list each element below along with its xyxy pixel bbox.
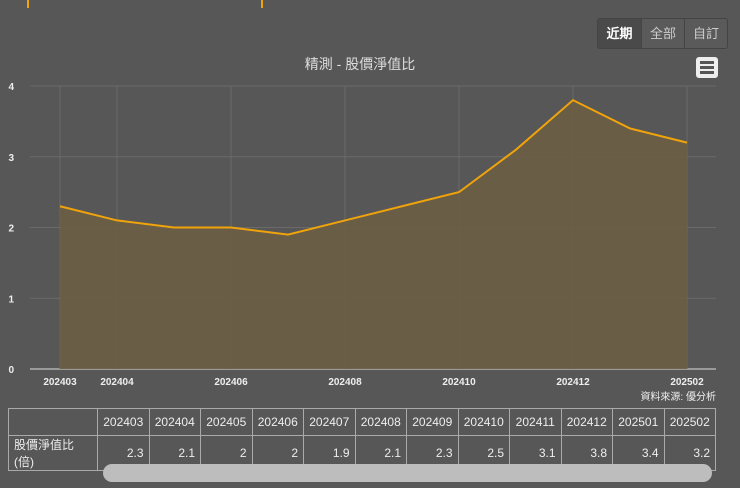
series-area (60, 100, 687, 370)
column-header: 202407 (303, 408, 356, 436)
source-note: 資料來源: 優分析 (640, 392, 716, 403)
y-tick-label: 1 (8, 294, 14, 305)
y-tick-label: 3 (8, 153, 14, 164)
y-tick-label: 4 (8, 82, 14, 93)
column-header: 202410 (457, 408, 510, 436)
horizontal-scrollbar[interactable] (103, 464, 712, 482)
x-tick-label: 202403 (43, 377, 77, 388)
y-tick-label: 2 (8, 224, 14, 235)
column-header: 202405 (200, 408, 253, 436)
column-header: 202409 (406, 408, 459, 436)
x-tick-label: 202412 (556, 377, 590, 388)
x-tick-label: 202410 (442, 377, 476, 388)
column-header: 202403 (97, 408, 150, 436)
row-label: 股價淨值比(倍) (8, 435, 98, 471)
column-header: 202408 (354, 408, 407, 436)
data-table: 202403 202404 202405 202406 202407 202408 2024… (8, 408, 716, 471)
column-header: 202501 (612, 408, 665, 436)
table-corner (8, 408, 98, 436)
chart: 0 1 2 3 4 202403 202404 202406 202408 202410 20241… (8, 82, 716, 388)
x-tick-label: 202502 (670, 377, 704, 388)
column-header: 202404 (148, 408, 201, 436)
x-tick-label: 202404 (100, 377, 134, 388)
column-header: 202412 (560, 408, 613, 436)
x-tick-label: 202408 (328, 377, 362, 388)
column-header: 202406 (251, 408, 304, 436)
x-tick-label: 202406 (214, 377, 248, 388)
column-header: 202502 (663, 408, 716, 436)
column-header: 202411 (509, 408, 562, 436)
y-tick-label: 0 (8, 365, 14, 376)
